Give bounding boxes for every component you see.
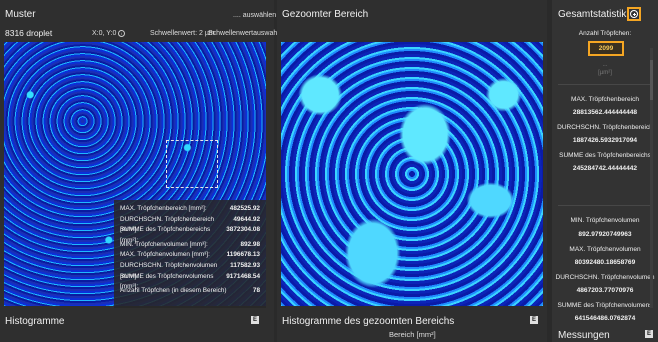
coords-value: X:0, Y:0 [92, 30, 117, 37]
faded-unit: [µm²] [598, 70, 612, 76]
stat-value: 482525.92 [229, 205, 260, 212]
sample-panel-title: Muster [5, 9, 36, 20]
stat-value: 892.97920749963 [578, 231, 632, 238]
stat-value: 4867203.77070976 [576, 287, 634, 294]
zoom-panel: Gezoomter Bereich Histogramme des gezoom… [277, 0, 547, 342]
stat-label: MAX. Tröpfchenvolumen [569, 246, 641, 253]
stat-value: 117582.93 [230, 261, 260, 269]
export-icon[interactable]: E [251, 316, 259, 324]
stat-label: DURCHSCHN. Tröpfchenbereich [mm²]: [120, 215, 215, 234]
threshold-select-link[interactable]: Schwellenwertauswahl [208, 30, 279, 37]
stat-row: DURCHSCHN. Tröpfchenbereich [mm²]: 49644.… [120, 215, 260, 234]
faded-text: ... [602, 62, 608, 68]
global-stats-panel: Gesamtstatistik Anzahl Tröpfchen: 2099 .… [552, 0, 658, 342]
stat-label: MIN. Tröpfchenvolumen [570, 217, 640, 224]
stat-value: 28813562.444444448 [572, 109, 638, 116]
stat-row: MAX. Tröpfchenvolumen [mm³]: 1196678.13 [120, 250, 260, 261]
region-stats-overlay: MAX. Tröpfchenbereich [mm²]: 482525.92 DU… [114, 200, 266, 308]
stat-label: DURCHSCHN. Tröpfchenvolumen [555, 274, 655, 281]
stat-label: SUMME des Tröpfchenbereichs [mm²]: [120, 226, 211, 244]
plus-circle-icon [630, 10, 638, 18]
stat-value: 641546486.0762874 [574, 315, 636, 322]
stat-label: SUMME des Tröpfchenvolumens [mm³]: [120, 272, 214, 291]
drop-count-label: Anzahl Tröpfchen: [578, 30, 632, 37]
drop-count-value: 2099 [588, 41, 624, 56]
stat-label: MAX. Tröpfchenbereich [571, 96, 639, 103]
stat-row: MIN. Tröpfchenvolumen [mm³]: 892.98 [120, 240, 260, 251]
threshold-value: Schwellenwert: 2 µm [150, 30, 215, 37]
stat-label: MAX. Tröpfchenvolumen [mm³]: [120, 251, 210, 259]
stat-row: SUMME des Tröpfchenvolumens [mm³]: 917146… [120, 272, 260, 291]
histogram-axis-label: Bereich [mm²] [389, 330, 436, 339]
add-button[interactable] [627, 7, 641, 21]
stat-value: 1196678.13 [226, 251, 260, 259]
select-link[interactable]: .... auswählen [233, 12, 276, 19]
sample-name: 8316 droplet [5, 28, 53, 38]
stat-label: DURCHSCHN. Tröpfchenvolumen [mm³]: [120, 261, 218, 280]
stat-row: SUMME des Tröpfchenbereichs [mm²]: 387230… [120, 225, 260, 244]
stat-value: 80392480.18658769 [574, 259, 636, 266]
stat-row: Anzahl Tröpfchen (in diesem Bereich) 78 [120, 286, 260, 297]
sample-image[interactable]: MAX. Tröpfchenbereich [mm²]: 482525.92 DU… [4, 42, 266, 308]
histogram-title: Histogramme [5, 316, 65, 327]
zoom-histogram-title: Histogramme des gezoomten Bereichs [282, 316, 455, 327]
export-icon[interactable]: E [530, 316, 538, 324]
measurements-title: Messungen [558, 330, 610, 341]
zoom-panel-title: Gezoomter Bereich [282, 9, 369, 20]
coords-readout: X:0, Y:0 i [92, 30, 126, 37]
stat-label: Anzahl Tröpfchen (in diesem Bereich) [120, 287, 227, 295]
sample-panel: Muster .... auswählen 8316 droplet X:0, … [0, 0, 279, 342]
stat-value: 1887426.5932917094 [572, 137, 638, 144]
info-icon[interactable]: i [118, 30, 126, 37]
stat-row: DURCHSCHN. Tröpfchenvolumen [mm³]: 117582… [120, 261, 260, 280]
zoom-selection-box[interactable] [166, 140, 218, 188]
stat-label: MIN. Tröpfchenvolumen [mm³]: [120, 240, 208, 248]
stat-label: SUMME des Tröpfchenbereichs [559, 152, 651, 159]
stat-label: DURCHSCHN. Tröpfchenbereich [557, 124, 653, 131]
stat-value: 245284742.44444442 [572, 165, 638, 172]
export-icon[interactable]: E [645, 330, 653, 338]
global-stats-title: Gesamtstatistik [558, 9, 627, 20]
stat-value: 9171468.54 [226, 272, 260, 280]
zoomed-image[interactable] [281, 42, 543, 306]
stat-label: SUMME des Tröpfchenvolumens [557, 302, 653, 309]
stat-value: 78 [252, 287, 260, 295]
stat-label: MAX. Tröpfchenbereich [mm²]: [120, 205, 207, 212]
stat-value: 892.98 [240, 240, 260, 248]
stat-row: MAX. Tröpfchenbereich [mm²]: 482525.92 [120, 204, 260, 215]
stat-value: 3872304.08 [226, 226, 260, 234]
stat-value: 49644.92 [233, 215, 260, 223]
stats-scrollbar-thumb[interactable] [650, 60, 653, 100]
